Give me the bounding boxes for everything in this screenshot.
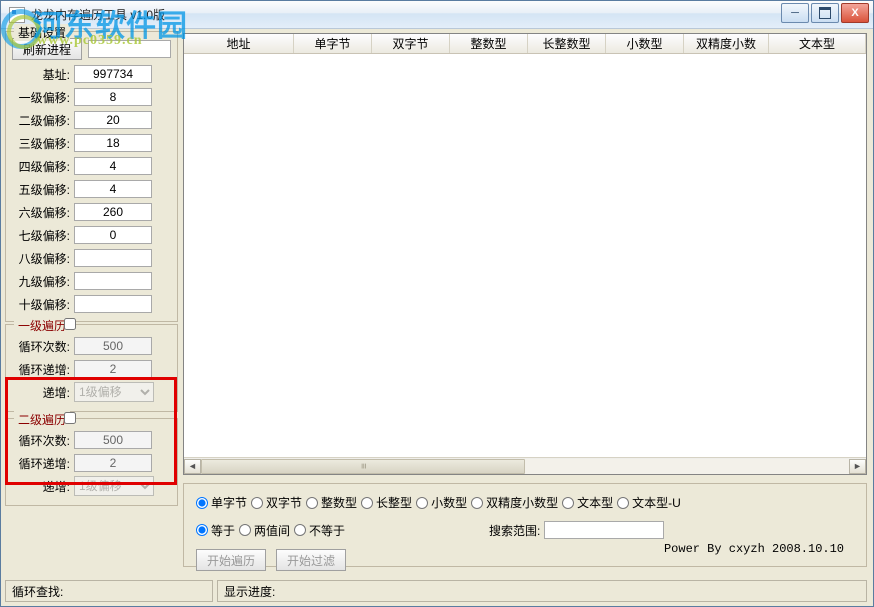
loop2-group: 二级遍历 循环次数: 循环递增: 递增:1级偏移 bbox=[5, 418, 178, 506]
close-button[interactable]: X bbox=[841, 3, 869, 23]
col-float[interactable]: 小数型 bbox=[606, 34, 684, 53]
input-o8[interactable] bbox=[74, 249, 152, 267]
input-o7[interactable] bbox=[74, 226, 152, 244]
type-radio-row: 单字节 双字节 整数型 长整型 小数型 双精度小数型 文本型 文本型-U bbox=[196, 494, 854, 511]
label-base: 基址: bbox=[12, 66, 74, 83]
statusbar: 循环查找: 显示进度: bbox=[5, 580, 867, 602]
filter-panel: 单字节 双字节 整数型 长整型 小数型 双精度小数型 文本型 文本型-U 等于 … bbox=[183, 483, 867, 567]
radio-type-2[interactable]: 整数型 bbox=[306, 494, 357, 511]
loop1-enable-checkbox[interactable] bbox=[64, 318, 76, 330]
loop2-count-input[interactable] bbox=[74, 431, 152, 449]
base-legend: 基础设置 bbox=[14, 24, 70, 41]
process-field[interactable] bbox=[88, 40, 171, 58]
radio-op-2[interactable]: 不等于 bbox=[294, 522, 345, 539]
input-o5[interactable] bbox=[74, 180, 152, 198]
window-title: 龙龙内存遍历工具 v1.0版 bbox=[31, 6, 165, 23]
label-o4: 四级偏移: bbox=[12, 158, 74, 175]
loop1-inc-label: 循环递增: bbox=[12, 361, 74, 378]
scroll-track[interactable] bbox=[201, 459, 849, 474]
input-o6[interactable] bbox=[74, 203, 152, 221]
loop2-inc-label: 循环递增: bbox=[12, 455, 74, 472]
col-double[interactable]: 双精度小数 bbox=[684, 34, 769, 53]
input-o4[interactable] bbox=[74, 157, 152, 175]
op-radio-row: 等于 两值间 不等于 搜索范围: bbox=[196, 521, 854, 539]
titlebar: 龙龙内存遍历工具 v1.0版 ─ X bbox=[1, 1, 873, 29]
label-o6: 六级偏移: bbox=[12, 204, 74, 221]
minimize-button[interactable]: ─ bbox=[781, 3, 809, 23]
loop1-sel-label: 递增: bbox=[12, 384, 74, 401]
scroll-right-arrow[interactable]: ► bbox=[849, 459, 866, 474]
loop1-legend: 一级遍历 bbox=[14, 317, 70, 334]
app-icon bbox=[9, 7, 25, 23]
col-text[interactable]: 文本型 bbox=[769, 34, 866, 53]
maximize-button[interactable] bbox=[811, 3, 839, 23]
base-settings-group: 基础设置 刷新进程 基址: 一级偏移: 二级偏移: 三级偏移: 四级偏移: 五级… bbox=[5, 31, 178, 322]
label-o1: 一级偏移: bbox=[12, 89, 74, 106]
input-o1[interactable] bbox=[74, 88, 152, 106]
col-byte[interactable]: 单字节 bbox=[294, 34, 372, 53]
input-o9[interactable] bbox=[74, 272, 152, 290]
label-o8: 八级偏移: bbox=[12, 250, 74, 267]
label-o7: 七级偏移: bbox=[12, 227, 74, 244]
loop2-enable-checkbox[interactable] bbox=[64, 412, 76, 424]
label-o5: 五级偏移: bbox=[12, 181, 74, 198]
radio-type-6[interactable]: 文本型 bbox=[562, 494, 613, 511]
scroll-left-arrow[interactable]: ◄ bbox=[184, 459, 201, 474]
start-filter-button[interactable]: 开始过滤 bbox=[276, 549, 346, 571]
grid-header: 地址 单字节 双字节 整数型 长整数型 小数型 双精度小数 文本型 bbox=[184, 34, 866, 54]
loop1-select[interactable]: 1级偏移 bbox=[74, 382, 154, 402]
loop2-sel-label: 递增: bbox=[12, 478, 74, 495]
label-o3: 三级偏移: bbox=[12, 135, 74, 152]
loop1-group: 一级遍历 循环次数: 循环递增: 递增:1级偏移 bbox=[5, 324, 178, 412]
col-address[interactable]: 地址 bbox=[184, 34, 294, 53]
start-traverse-button[interactable]: 开始遍历 bbox=[196, 549, 266, 571]
scroll-thumb[interactable] bbox=[201, 459, 525, 474]
radio-type-5[interactable]: 双精度小数型 bbox=[471, 494, 558, 511]
loop1-count-input[interactable] bbox=[74, 337, 152, 355]
label-o2: 二级偏移: bbox=[12, 112, 74, 129]
refresh-process-button[interactable]: 刷新进程 bbox=[12, 38, 82, 60]
radio-op-1[interactable]: 两值间 bbox=[239, 522, 290, 539]
radio-op-0[interactable]: 等于 bbox=[196, 522, 235, 539]
loop1-count-label: 循环次数: bbox=[12, 338, 74, 355]
col-int[interactable]: 整数型 bbox=[450, 34, 528, 53]
result-grid[interactable]: 地址 单字节 双字节 整数型 长整数型 小数型 双精度小数 文本型 ◄ ► bbox=[183, 33, 867, 475]
radio-type-3[interactable]: 长整型 bbox=[361, 494, 412, 511]
input-base[interactable] bbox=[74, 65, 152, 83]
input-o2[interactable] bbox=[74, 111, 152, 129]
col-word[interactable]: 双字节 bbox=[372, 34, 450, 53]
loop1-inc-input[interactable] bbox=[74, 360, 152, 378]
loop2-count-label: 循环次数: bbox=[12, 432, 74, 449]
label-o10: 十级偏移: bbox=[12, 296, 74, 313]
radio-type-0[interactable]: 单字节 bbox=[196, 494, 247, 511]
loop2-select[interactable]: 1级偏移 bbox=[74, 476, 154, 496]
radio-type-4[interactable]: 小数型 bbox=[416, 494, 467, 511]
horizontal-scrollbar[interactable]: ◄ ► bbox=[184, 457, 866, 474]
input-o10[interactable] bbox=[74, 295, 152, 313]
input-o3[interactable] bbox=[74, 134, 152, 152]
status-right: 显示进度: bbox=[217, 580, 867, 602]
status-left: 循环查找: bbox=[5, 580, 213, 602]
radio-type-7[interactable]: 文本型-U bbox=[617, 494, 681, 511]
grid-body[interactable] bbox=[184, 54, 866, 456]
col-long[interactable]: 长整数型 bbox=[528, 34, 606, 53]
radio-type-1[interactable]: 双字节 bbox=[251, 494, 302, 511]
loop2-inc-input[interactable] bbox=[74, 454, 152, 472]
range-input[interactable] bbox=[544, 521, 664, 539]
loop2-legend: 二级遍历 bbox=[14, 411, 70, 428]
range-label: 搜索范围: bbox=[489, 522, 540, 539]
credit-text: Power By cxyzh 2008.10.10 bbox=[664, 542, 844, 556]
label-o9: 九级偏移: bbox=[12, 273, 74, 290]
